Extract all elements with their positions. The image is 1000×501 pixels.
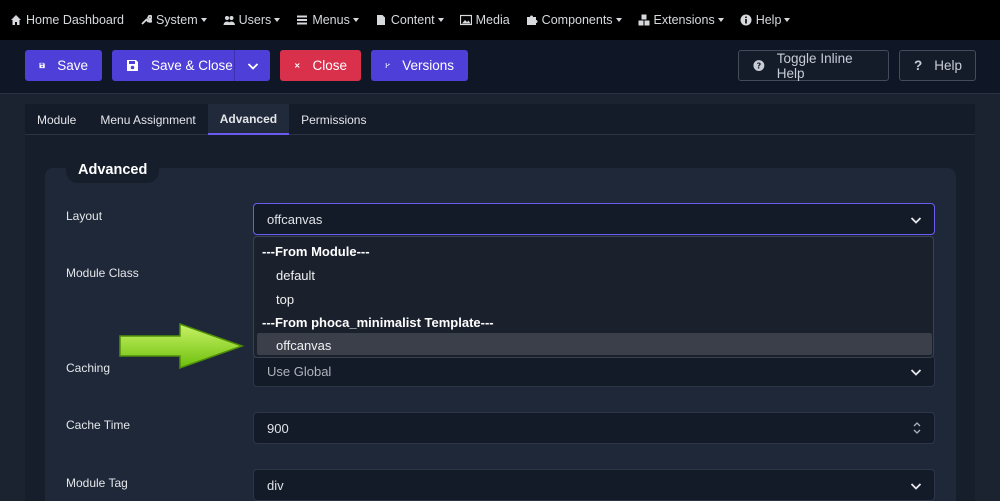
menu-home-dashboard[interactable]: Home Dashboard: [10, 13, 124, 27]
tab-bar: Module Menu Assignment Advanced Permissi…: [25, 104, 975, 135]
floppy-disk-icon: [39, 62, 45, 69]
toolbar: Save Save & Close Close Versions ? Toggl…: [0, 40, 1000, 94]
menu-users[interactable]: Users: [223, 13, 281, 27]
caret-down-icon: [437, 18, 444, 22]
caret-down-icon: [717, 18, 724, 22]
option-top[interactable]: top: [276, 292, 294, 307]
tab-label: Menu Assignment: [100, 112, 196, 127]
code-branch-icon: [385, 63, 390, 68]
home-icon: [11, 15, 21, 25]
module-tag-select[interactable]: div: [253, 469, 935, 501]
close-icon: [294, 63, 300, 68]
caching-label: Caching: [66, 361, 111, 375]
layout-value: offcanvas: [267, 211, 323, 227]
caret-down-icon: [784, 18, 791, 22]
layout-label: Layout: [66, 209, 103, 223]
menu-label: Media: [475, 13, 510, 27]
question-icon: ?: [914, 58, 923, 73]
cache-time-input[interactable]: 900: [253, 412, 935, 444]
tab-label: Advanced: [219, 111, 278, 126]
toggle-inline-help-button[interactable]: ? Toggle Inline Help: [738, 50, 889, 81]
info-icon: [740, 14, 752, 26]
option-default[interactable]: default: [276, 268, 315, 283]
save-close-button[interactable]: Save & Close: [112, 50, 270, 81]
module-tag-label: Module Tag: [66, 476, 128, 490]
image-icon: [459, 14, 472, 26]
top-menubar: Home Dashboard System Users Menus Conten…: [0, 0, 1000, 40]
question-circle-icon: ?: [753, 60, 765, 71]
close-button[interactable]: Close: [280, 50, 361, 81]
number-stepper-icon[interactable]: [912, 421, 922, 435]
tab-label: Permissions: [301, 112, 367, 127]
option-offcanvas[interactable]: offcanvas: [276, 338, 331, 353]
svg-text:?: ?: [757, 61, 762, 71]
chevron-down-icon: [910, 217, 922, 224]
module-tag-value: div: [267, 477, 284, 493]
menu-extensions[interactable]: Extensions: [638, 13, 724, 27]
caret-down-icon: [200, 18, 207, 22]
versions-label: Versions: [402, 58, 454, 73]
tab-menu-assignment[interactable]: Menu Assignment: [88, 104, 207, 135]
save-button[interactable]: Save: [25, 50, 102, 81]
caching-value: Use Global: [267, 363, 332, 379]
menu-label: Users: [238, 13, 272, 27]
menu-media[interactable]: Media: [459, 13, 510, 27]
cache-time-label: Cache Time: [66, 418, 131, 432]
puzzle-icon: [526, 15, 538, 25]
layout-select[interactable]: offcanvas: [253, 203, 935, 235]
tab-label: Module: [37, 112, 77, 127]
users-icon: [223, 16, 235, 25]
cache-time-value: 900: [267, 420, 289, 436]
tab-permissions[interactable]: Permissions: [289, 104, 378, 135]
help-label: Help: [934, 58, 963, 73]
save-dropdown-toggle[interactable]: [234, 50, 270, 81]
chevron-down-icon: [910, 483, 922, 490]
fieldset-legend: Advanced: [66, 157, 160, 183]
caret-down-icon: [352, 18, 359, 22]
menu-label: System: [155, 13, 198, 27]
cubes-icon: [638, 14, 650, 26]
menu-label: Extensions: [653, 13, 715, 27]
floppy-disk-icon: [127, 60, 138, 71]
wrench-icon: [141, 14, 152, 25]
versions-button[interactable]: Versions: [371, 50, 468, 81]
menu-system[interactable]: System: [140, 13, 207, 27]
menu-help[interactable]: Help: [740, 13, 791, 27]
help-button[interactable]: ? Help: [899, 50, 976, 81]
optgroup-from-template: ---From phoca_minimalist Template---: [262, 315, 494, 330]
caret-down-icon: [274, 18, 281, 22]
tab-advanced[interactable]: Advanced: [207, 104, 290, 135]
menu-menus[interactable]: Menus: [296, 13, 359, 27]
menu-label: Components: [541, 13, 613, 27]
menu-label: Help: [755, 13, 782, 27]
layout-dropdown-list: ---From Module--- default top ---From ph…: [253, 236, 934, 358]
menu-label: Content: [390, 13, 435, 27]
save-label: Save: [57, 58, 88, 73]
selected-option-highlight: [257, 333, 932, 355]
save-close-label: Save & Close: [151, 58, 233, 73]
close-label: Close: [312, 58, 347, 73]
caret-down-icon: [615, 18, 622, 22]
module-class-label: Module Class: [66, 266, 139, 280]
tab-module[interactable]: Module: [25, 104, 88, 135]
menu-label: Home Dashboard: [26, 13, 124, 27]
menu-label: Menus: [312, 13, 350, 27]
file-icon: [376, 15, 385, 25]
menu-content[interactable]: Content: [375, 13, 444, 27]
list-icon: [297, 15, 308, 25]
menu-components[interactable]: Components: [526, 13, 622, 27]
optgroup-from-module: ---From Module---: [262, 244, 370, 259]
caching-select[interactable]: Use Global: [253, 355, 935, 387]
toggle-help-label: Toggle Inline Help: [776, 50, 853, 81]
chevron-down-icon: [910, 369, 922, 376]
annotation-arrow-icon: [119, 322, 245, 370]
chevron-down-icon: [247, 62, 258, 70]
